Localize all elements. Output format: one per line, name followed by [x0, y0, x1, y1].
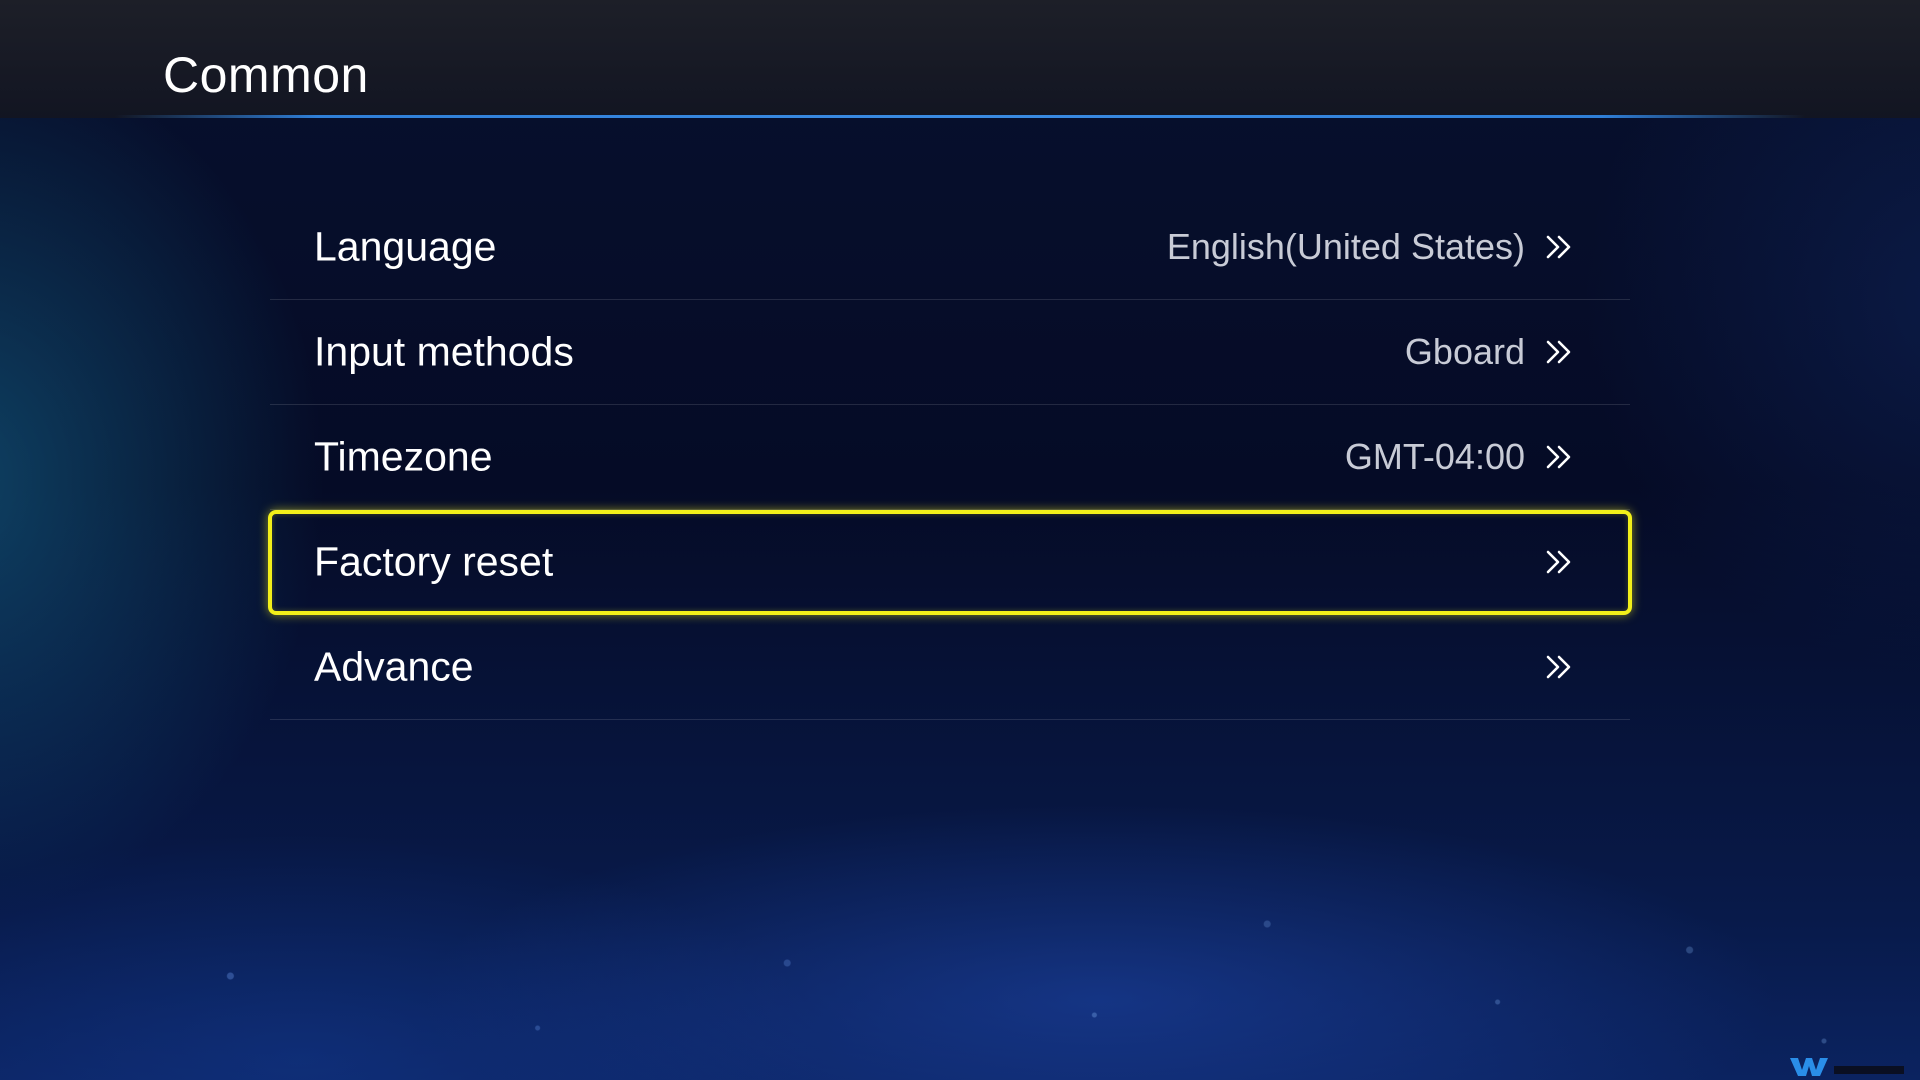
menu-item-label: Advance — [314, 643, 474, 690]
double-chevron-right-icon — [1546, 655, 1571, 679]
menu-item-value: English(United States) — [1166, 226, 1525, 267]
double-chevron-right-icon — [1546, 550, 1571, 574]
header-bar: Common — [0, 0, 1920, 118]
menu-item-timezone[interactable]: Timezone GMT-04:00 — [270, 405, 1630, 510]
menu-item-language[interactable]: Language English(United States) — [270, 195, 1630, 300]
menu-item-advance[interactable]: Advance — [270, 615, 1630, 720]
double-chevron-right-icon — [1546, 340, 1571, 364]
menu-item-input-methods[interactable]: Input methods Gboard — [270, 300, 1630, 405]
double-chevron-right-icon — [1546, 235, 1571, 259]
menu-item-label: Factory reset — [314, 538, 554, 585]
background-bokeh — [0, 820, 1920, 1080]
page-title: Common — [163, 47, 369, 103]
menu-item-label: Input methods — [314, 328, 574, 375]
menu-item-label: Timezone — [314, 433, 493, 480]
menu-item-label: Language — [314, 223, 497, 270]
menu-item-factory-reset[interactable]: Factory reset — [268, 510, 1632, 615]
header-divider — [115, 115, 1805, 118]
watermark-logo — [1790, 1058, 1904, 1076]
double-chevron-right-icon — [1546, 445, 1571, 469]
menu-item-value: Gboard — [1404, 331, 1525, 372]
menu-item-value: GMT-04:00 — [1344, 436, 1525, 477]
settings-menu: Language English(United States) Input me… — [268, 195, 1632, 720]
